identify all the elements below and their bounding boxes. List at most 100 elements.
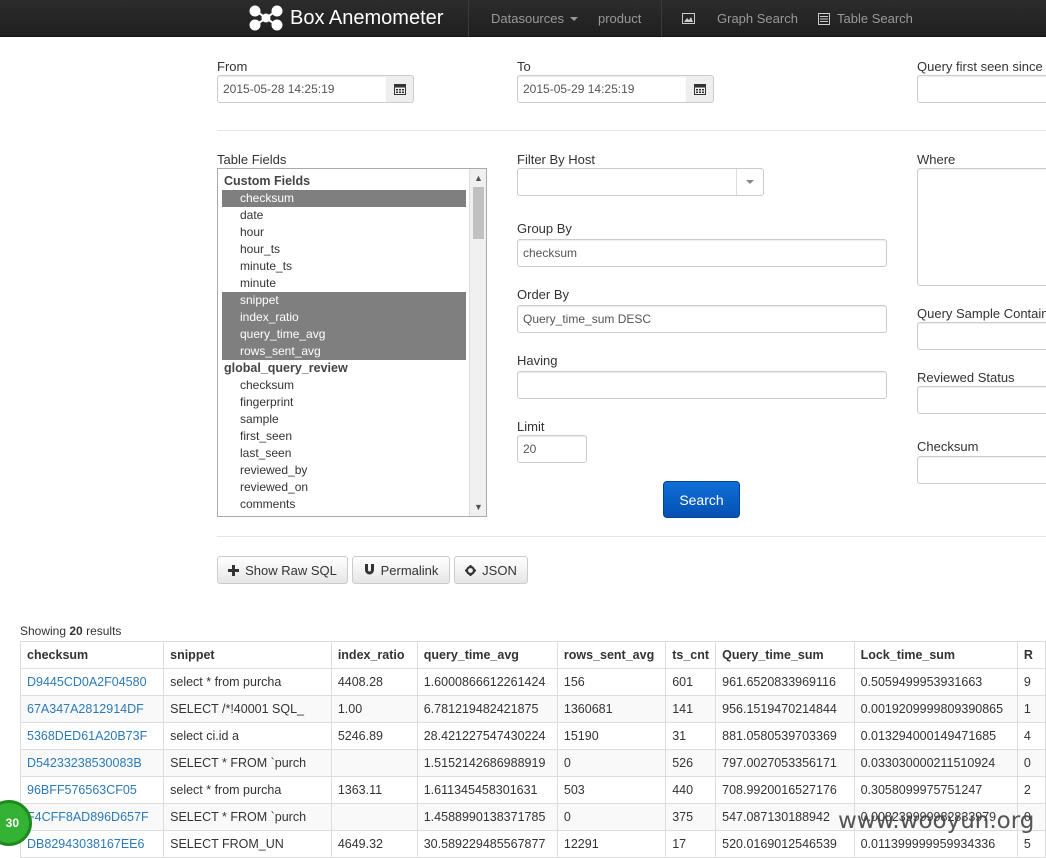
- table-row: 96BFF576563CF05 select * from purcha 136…: [19, 776, 1046, 804]
- table-cell: 4408.28: [330, 668, 418, 696]
- listbox-option[interactable]: minute: [222, 275, 466, 292]
- column-header[interactable]: rows_sent_avg: [556, 641, 667, 669]
- json-button[interactable]: JSON: [454, 556, 528, 584]
- checksum-link[interactable]: 5368DED61A20B73F: [19, 722, 165, 750]
- nav-graph-search[interactable]: Graph Search: [682, 0, 798, 37]
- checksum-link[interactable]: F4CFF8AD896D657F: [19, 803, 165, 831]
- table-cell: [330, 749, 418, 777]
- table-cell: 1.4588990138371785: [416, 803, 558, 831]
- listbox-option[interactable]: last_seen: [222, 445, 466, 462]
- listbox-option[interactable]: index_ratio: [222, 309, 466, 326]
- brand-title: Box Anemometer: [290, 6, 444, 29]
- listbox-option[interactable]: checksum: [222, 190, 466, 207]
- limit-label: Limit: [517, 419, 545, 434]
- filter-host-select[interactable]: [517, 168, 764, 196]
- scroll-down-icon[interactable]: ▼: [470, 499, 486, 515]
- listbox-option[interactable]: query_time_avg: [222, 326, 466, 343]
- listbox-option[interactable]: sample: [222, 411, 466, 428]
- first-seen-input[interactable]: [917, 75, 1046, 103]
- listbox-scrollbar[interactable]: ▲ ▼: [469, 169, 486, 516]
- nav-table-search[interactable]: Table Search: [818, 0, 913, 37]
- datasources-dropdown[interactable]: Datasources: [491, 0, 578, 37]
- column-header[interactable]: snippet: [163, 641, 332, 669]
- listbox-option[interactable]: reviewed_by: [222, 462, 466, 479]
- table-cell: 1.00: [330, 695, 418, 723]
- listbox-group-label: global_query_review: [224, 361, 348, 375]
- sample-contains-input[interactable]: [917, 322, 1046, 350]
- having-input[interactable]: [517, 371, 887, 399]
- listbox-option[interactable]: reviewed_on: [222, 479, 466, 496]
- datasources-label: Datasources: [491, 10, 564, 26]
- checksum-link[interactable]: D9445CD0A2F04580: [19, 668, 165, 696]
- table-cell: 708.9920016527176: [715, 776, 855, 804]
- permalink-button[interactable]: Permalink: [352, 556, 450, 584]
- search-button[interactable]: Search: [663, 481, 740, 518]
- listbox-option[interactable]: comments: [222, 496, 466, 513]
- plus-icon: [228, 564, 240, 576]
- checksum-link[interactable]: DB82943038167EE6: [19, 830, 165, 858]
- to-calendar-button[interactable]: [686, 75, 714, 103]
- from-calendar-button[interactable]: [386, 75, 414, 103]
- table-cell: 1363.11: [330, 776, 418, 804]
- table-cell: SELECT * FROM `purch: [163, 803, 332, 831]
- table-cell: 1: [1016, 695, 1046, 723]
- listbox-option[interactable]: minute_ts: [222, 258, 466, 275]
- column-header[interactable]: index_ratio: [330, 641, 418, 669]
- listbox-option[interactable]: hour: [222, 224, 466, 241]
- column-header[interactable]: Query_time_sum: [715, 641, 855, 669]
- listbox-option[interactable]: date: [222, 207, 466, 224]
- table-cell: 1360681: [556, 695, 667, 723]
- from-date-input[interactable]: 2015-05-28 14:25:19: [217, 75, 387, 103]
- where-label: Where: [917, 152, 956, 167]
- limit-input[interactable]: 20: [517, 435, 587, 463]
- json-label: JSON: [482, 562, 517, 578]
- listbox-option[interactable]: hour_ts: [222, 241, 466, 258]
- group-by-input[interactable]: checksum: [517, 239, 887, 267]
- reviewed-status-label: Reviewed Status: [917, 370, 1015, 385]
- graph-search-label: Graph Search: [717, 10, 798, 26]
- molecule-logo-icon: [249, 5, 283, 31]
- show-raw-sql-button[interactable]: Show Raw SQL: [217, 556, 348, 584]
- listbox-group-label: Custom Fields: [224, 174, 311, 188]
- gear-icon: [465, 564, 477, 576]
- table-cell: 375: [665, 803, 717, 831]
- divider: [217, 536, 1046, 537]
- column-header[interactable]: checksum: [19, 641, 165, 669]
- listbox-option[interactable]: first_seen: [222, 428, 466, 445]
- listbox-option[interactable]: checksum: [222, 377, 466, 394]
- scrollbar-thumb[interactable]: [473, 187, 484, 239]
- showing-suffix: results: [86, 624, 122, 638]
- table-fields-listbox[interactable]: Custom Fields checksum date hour hour_ts…: [217, 168, 487, 517]
- table-search-label: Table Search: [837, 10, 913, 26]
- listbox-option[interactable]: fingerprint: [222, 394, 466, 411]
- column-header[interactable]: query_time_avg: [416, 641, 558, 669]
- brand[interactable]: Box Anemometer: [248, 3, 443, 33]
- where-textarea[interactable]: [917, 168, 1046, 286]
- table-cell: 601: [665, 668, 717, 696]
- chevron-down-icon[interactable]: [736, 169, 763, 195]
- to-date-input[interactable]: 2015-05-29 14:25:19: [517, 75, 687, 103]
- checksum-link[interactable]: D54233238530083B: [19, 749, 165, 777]
- table-cell: 503: [556, 776, 667, 804]
- table-cell: select * from purcha: [163, 776, 332, 804]
- nav-divider: [661, 0, 662, 37]
- column-header[interactable]: ts_cnt: [665, 641, 717, 669]
- divider: [217, 130, 1046, 131]
- calendar-icon: [393, 84, 406, 95]
- table-cell: 0.033030000211510924: [853, 749, 1018, 777]
- checksum-link[interactable]: 67A347A2812914DF: [19, 695, 165, 723]
- column-header[interactable]: Lock_time_sum: [853, 641, 1018, 669]
- reviewed-status-select[interactable]: [917, 386, 1046, 414]
- order-by-input[interactable]: Query_time_sum DESC: [517, 305, 887, 333]
- listbox-option[interactable]: rows_sent_avg: [222, 343, 466, 360]
- checksum-link[interactable]: 96BFF576563CF05: [19, 776, 165, 804]
- listbox-option[interactable]: snippet: [222, 292, 466, 309]
- scroll-up-icon[interactable]: ▲: [470, 170, 486, 186]
- checksum-input[interactable]: [917, 456, 1046, 484]
- column-header[interactable]: R: [1016, 641, 1046, 669]
- table-cell: 31: [665, 722, 717, 750]
- datasource-current[interactable]: product: [598, 0, 641, 37]
- table-cell: SELECT * FROM `purch: [163, 749, 332, 777]
- table-cell: 0.3058099975751247: [853, 776, 1018, 804]
- calendar-icon: [693, 84, 706, 95]
